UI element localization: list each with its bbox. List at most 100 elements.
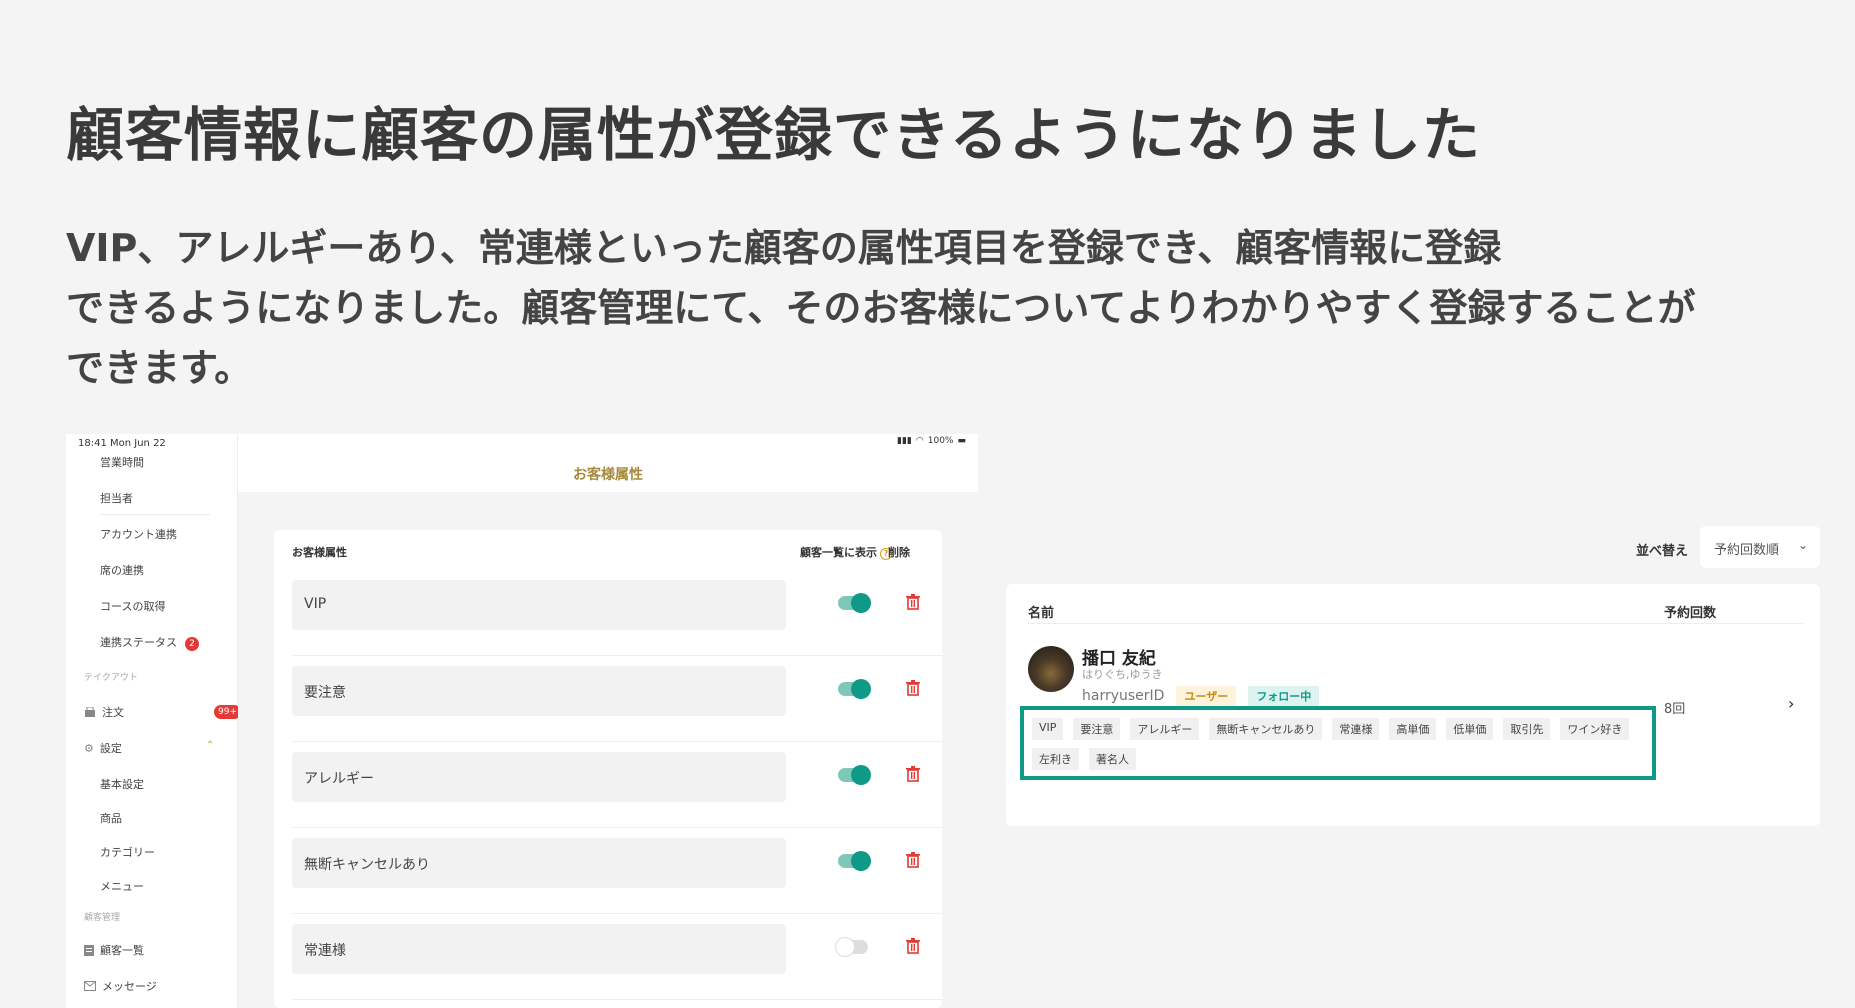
trash-icon[interactable] <box>906 594 920 610</box>
show-toggle[interactable] <box>835 937 868 957</box>
description-line: できます。 <box>66 346 253 390</box>
mail-icon <box>84 981 96 991</box>
status-bar: ▮▮▮ ◠ 100% ▬ <box>897 436 966 446</box>
attribute-tag: 著名人 <box>1089 748 1136 770</box>
user-badge: ユーザー <box>1176 686 1237 706</box>
wifi-icon: ◠ <box>915 436 924 446</box>
description-line: VIP、アレルギーあり、常連様といった顧客の属性項目を登録でき、顧客情報に登録 <box>66 226 1502 270</box>
customer-id-row: harryuserID ユーザー フォロー中 <box>1082 686 1320 706</box>
header-delete: 削除 <box>888 546 910 559</box>
trash-icon[interactable] <box>906 766 920 782</box>
sidebar-item-label: 連携ステータス <box>100 636 177 649</box>
customer-user-id: harryuserID <box>1082 688 1165 704</box>
toggle-knob <box>851 593 871 613</box>
attribute-input[interactable]: 無断キャンセルあり <box>292 838 786 888</box>
attribute-tag: 無断キャンセルあり <box>1209 718 1323 740</box>
attribute-input[interactable]: 要注意 <box>292 666 786 716</box>
toggle-knob <box>835 937 855 957</box>
sidebar-item-seat-link[interactable]: 席の連携 <box>100 562 144 578</box>
sidebar-item-staff[interactable]: 担当者 <box>100 490 133 506</box>
sidebar-item-hours[interactable]: 営業時間 <box>100 454 144 470</box>
signal-icon: ▮▮▮ <box>897 436 912 446</box>
sidebar-item-label: 設定 <box>99 742 122 755</box>
sidebar: 18:41 Mon Jun 22 営業時間 担当者 アカウント連携 席の連携 コ… <box>66 434 241 1008</box>
attribute-row: VIP <box>292 570 942 656</box>
attribute-row: 要注意 <box>292 656 942 742</box>
customer-list-card: 名前 予約回数 播口 友紀 はりぐち,ゆうき harryuserID ユーザー … <box>1006 584 1820 826</box>
show-toggle[interactable] <box>838 679 871 699</box>
attribute-row: 常連様 <box>292 914 942 1000</box>
attribute-tag: 要注意 <box>1073 718 1121 740</box>
attribute-tag: VIP <box>1032 718 1064 740</box>
show-toggle[interactable] <box>838 765 871 785</box>
sidebar-item-settings[interactable]: ⚙ 設定 <box>84 740 122 756</box>
divider <box>100 514 210 515</box>
chevron-right-icon[interactable]: › <box>1788 694 1794 713</box>
page-title: お客様属性 <box>573 467 643 483</box>
attribute-tag: 取引先 <box>1503 718 1551 740</box>
trash-icon[interactable] <box>906 680 920 696</box>
attribute-row: アレルギー <box>292 742 942 828</box>
battery-text: 100% <box>927 436 954 446</box>
sidebar-item-orders[interactable]: 注文 99+ <box>84 704 241 720</box>
status-time: 18:41 Mon Jun 22 <box>78 438 166 449</box>
toggle-knob <box>851 679 871 699</box>
attribute-card: お客様属性 顧客一覧に表示? 削除 VIP 要注意 アレルギー 無断キャンセルあ… <box>274 530 942 1008</box>
sidebar-item-label: メッセージ <box>102 980 157 993</box>
description: VIP、アレルギーあり、常連様といった顧客の属性項目を登録でき、顧客情報に登録 … <box>66 218 1806 398</box>
attribute-row: 無断キャンセルあり <box>292 828 942 914</box>
sort-select[interactable]: 予約回数順 ⌄ <box>1700 526 1820 568</box>
show-toggle[interactable] <box>838 593 871 613</box>
trash-icon[interactable] <box>906 938 920 954</box>
follow-badge: フォロー中 <box>1248 686 1320 706</box>
list-icon <box>84 944 94 956</box>
attribute-tag: 常連様 <box>1332 718 1380 740</box>
attribute-tag: 高単価 <box>1389 718 1437 740</box>
header-attribute: お客様属性 <box>292 546 347 559</box>
attribute-tags: VIP 要注意 アレルギー 無断キャンセルあり 常連様 高単価 低単価 取引先 … <box>1032 718 1652 770</box>
attribute-tag: 低単価 <box>1446 718 1494 740</box>
sort-value: 予約回数順 <box>1714 543 1780 558</box>
notification-badge: 2 <box>185 637 199 651</box>
headline: 顧客情報に顧客の属性が登録できるようになりました <box>66 101 1481 169</box>
sidebar-item-category[interactable]: カテゴリー <box>100 844 155 860</box>
sidebar-item-label: 顧客一覧 <box>100 944 144 957</box>
sidebar-item-products[interactable]: 商品 <box>100 810 122 826</box>
customer-kana: はりぐち,ゆうき <box>1082 668 1163 681</box>
attribute-tag: アレルギー <box>1130 718 1200 740</box>
ipad-screenshot: 18:41 Mon Jun 22 営業時間 担当者 アカウント連携 席の連携 コ… <box>66 434 978 1008</box>
sidebar-item-menu[interactable]: メニュー <box>100 878 144 894</box>
toggle-knob <box>851 851 871 871</box>
divider <box>1028 623 1804 624</box>
attribute-tag: ワイン好き <box>1560 718 1630 740</box>
description-line: できるようになりました。顧客管理にて、そのお客様についてよりわかりやすく登録する… <box>66 286 1696 330</box>
chevron-down-icon: ⌄ <box>1797 538 1808 552</box>
column-count: 予約回数 <box>1664 606 1717 621</box>
attribute-input[interactable]: 常連様 <box>292 924 786 974</box>
battery-icon: ▬ <box>957 436 966 446</box>
sidebar-item-messages[interactable]: メッセージ <box>84 978 157 994</box>
attribute-input[interactable]: アレルギー <box>292 752 786 802</box>
sidebar-item-course[interactable]: コースの取得 <box>100 598 165 614</box>
main-panel: ▮▮▮ ◠ 100% ▬ お客様属性 お客様属性 顧客一覧に表示? 削除 VIP… <box>238 434 978 1008</box>
bag-icon <box>85 707 95 717</box>
chevron-up-icon[interactable]: ⌃ <box>206 740 214 751</box>
sort-label: 並べ替え <box>1636 544 1689 559</box>
sidebar-item-basic-settings[interactable]: 基本設定 <box>100 776 144 792</box>
toggle-knob <box>851 765 871 785</box>
attribute-input[interactable]: VIP <box>292 580 786 630</box>
header-show-in-list: 顧客一覧に表示? <box>800 544 892 560</box>
gear-icon: ⚙ <box>84 741 94 755</box>
attribute-tag: 左利き <box>1032 748 1079 770</box>
column-name: 名前 <box>1028 606 1055 621</box>
section-takeout: テイクアウト <box>84 673 138 683</box>
sidebar-item-link-status[interactable]: 連携ステータス 2 <box>100 634 199 651</box>
orders-badge: 99+ <box>214 705 241 719</box>
trash-icon[interactable] <box>906 852 920 868</box>
reservation-count: 8回 <box>1664 702 1686 717</box>
show-toggle[interactable] <box>838 851 871 871</box>
sidebar-item-customer-list[interactable]: 顧客一覧 <box>84 942 144 958</box>
section-customers: 顧客管理 <box>84 913 121 923</box>
sidebar-item-account-link[interactable]: アカウント連携 <box>100 526 177 542</box>
top-bar: ▮▮▮ ◠ 100% ▬ お客様属性 <box>238 434 978 492</box>
